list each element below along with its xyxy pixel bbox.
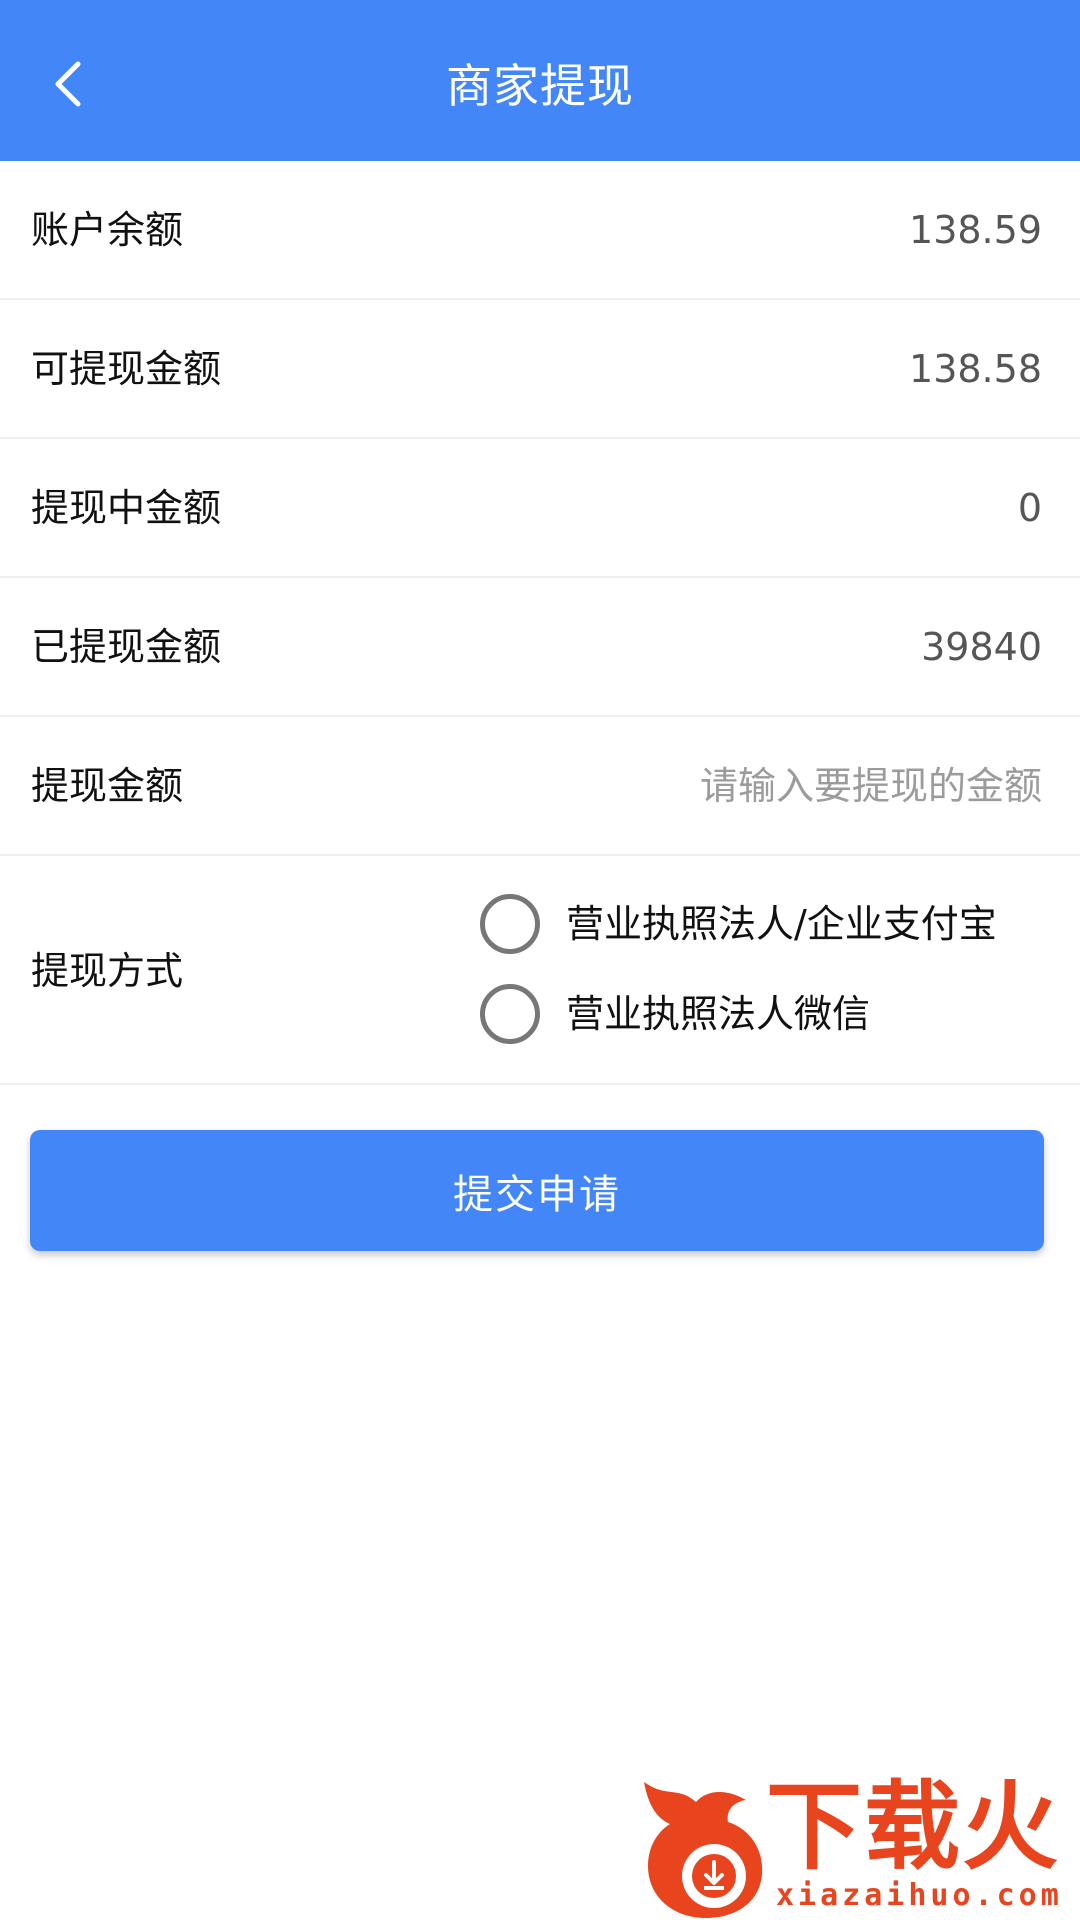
radio-unchecked-icon	[480, 894, 540, 954]
amount-label: 提现金额	[31, 764, 184, 808]
withdrawing-value: 0	[1017, 486, 1042, 530]
method-option-wechat[interactable]: 营业执照法人微信	[480, 982, 870, 1046]
withdraw-page: 商家提现 账户余额 138.59 可提现金额 138.58 提现中金额 0 已提…	[0, 0, 1080, 1920]
method-option-label: 营业执照法人微信	[566, 992, 871, 1036]
method-label: 提现方式	[31, 949, 184, 993]
account-balance-label: 账户余额	[31, 208, 184, 252]
method-option-label: 营业执照法人/企业支付宝	[566, 902, 997, 946]
withdrawn-value: 39840	[921, 625, 1042, 669]
page-title: 商家提现	[446, 59, 634, 113]
flame-logo-icon	[644, 1782, 763, 1918]
account-balance-value: 138.59	[909, 208, 1042, 252]
amount-row: 提现金额	[0, 717, 1080, 856]
withdrawable-row: 可提现金额 138.58	[0, 300, 1080, 439]
withdrawing-row: 提现中金额 0	[0, 439, 1080, 578]
withdrawable-label: 可提现金额	[31, 347, 222, 391]
submit-button[interactable]: 提交申请	[30, 1130, 1044, 1251]
watermark: 下载火 xiazaihuo.com	[636, 1772, 1076, 1918]
amount-input[interactable]	[522, 758, 1042, 814]
radio-unchecked-icon	[480, 984, 540, 1044]
withdrawn-label: 已提现金额	[31, 625, 222, 669]
account-balance-row: 账户余额 138.59	[0, 161, 1080, 300]
watermark-brand: 下载火	[766, 1771, 1060, 1883]
app-header: 商家提现	[0, 0, 1080, 161]
withdrawn-row: 已提现金额 39840	[0, 578, 1080, 717]
method-option-alipay[interactable]: 营业执照法人/企业支付宝	[480, 892, 997, 956]
withdrawable-value: 138.58	[909, 347, 1042, 391]
withdrawing-label: 提现中金额	[31, 486, 222, 530]
method-row: 提现方式 营业执照法人/企业支付宝 营业执照法人微信	[0, 856, 1080, 1085]
watermark-url: xiazaihuo.com	[776, 1878, 1063, 1913]
